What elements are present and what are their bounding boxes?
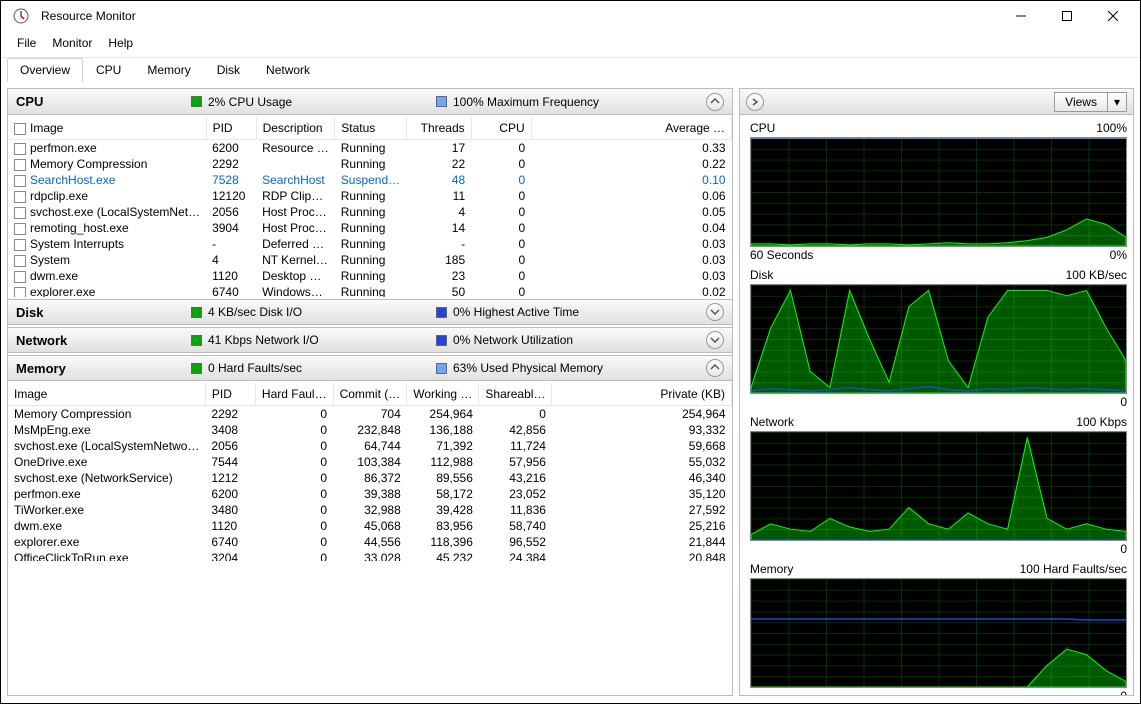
menu-file[interactable]: File — [9, 32, 44, 54]
tab-cpu[interactable]: CPU — [83, 58, 134, 82]
disk-active-color — [436, 307, 447, 318]
app-icon — [13, 8, 29, 24]
table-row[interactable]: explorer.exe6740Windows…Running5000.02 — [8, 284, 732, 297]
disk-io-label: 4 KB/sec Disk I/O — [208, 305, 302, 319]
disk-section-header[interactable]: Disk 4 KB/sec Disk I/O 0% Highest Active… — [8, 299, 732, 325]
disk-io-color — [191, 307, 202, 318]
table-row[interactable]: TiWorker.exe3480032,98839,42811,83627,59… — [8, 502, 732, 518]
table-row[interactable]: remoting_host.exe3904Host Proc…Running14… — [8, 220, 732, 236]
tabbar: Overview CPU Memory Disk Network — [1, 57, 1140, 82]
memory-chart: Memory100 Hard Faults/sec 0 — [750, 562, 1127, 695]
memory-hf-label: 0 Hard Faults/sec — [208, 361, 302, 375]
table-row[interactable]: System Interrupts-Deferred …Running-00.0… — [8, 236, 732, 252]
tab-network[interactable]: Network — [253, 58, 323, 82]
memory-hf-color — [191, 363, 202, 374]
disk-section-title: Disk — [16, 305, 191, 320]
memory-used-label: 63% Used Physical Memory — [453, 361, 603, 375]
cpu-section-header[interactable]: CPU 2% CPU Usage 100% Maximum Frequency — [8, 89, 732, 115]
table-row[interactable]: rdpclip.exe12120RDP Clip…Running1100.06 — [8, 188, 732, 204]
network-section-title: Network — [16, 333, 191, 348]
chart-pane-header: Views ▾ — [740, 89, 1133, 115]
network-io-label: 41 Kbps Network I/O — [208, 333, 319, 347]
row-checkbox[interactable] — [14, 271, 26, 283]
close-button[interactable] — [1090, 1, 1136, 31]
views-dropdown[interactable]: Views ▾ — [1054, 92, 1127, 112]
table-row[interactable]: dwm.exe1120045,06883,95658,74025,216 — [8, 518, 732, 534]
left-pane: CPU 2% CPU Usage 100% Maximum Frequency … — [7, 88, 733, 696]
row-checkbox[interactable] — [14, 207, 26, 219]
row-checkbox[interactable] — [14, 159, 26, 171]
cpu-collapse-button[interactable] — [706, 93, 724, 111]
chevron-down-icon: ▾ — [1107, 93, 1126, 111]
table-row[interactable]: perfmon.exe6200039,38858,17223,05235,120 — [8, 486, 732, 502]
network-expand-button[interactable] — [706, 331, 724, 349]
titlebar: Resource Monitor — [1, 1, 1140, 31]
row-checkbox[interactable] — [14, 287, 26, 297]
cpu-table-scroll[interactable]: Image PID Description Status Threads CPU… — [8, 117, 732, 297]
table-row[interactable]: OneDrive.exe75440103,384112,98857,95655,… — [8, 454, 732, 470]
cpu-freq-color — [436, 96, 447, 107]
select-all-checkbox[interactable] — [14, 123, 26, 135]
disk-expand-button[interactable] — [706, 303, 724, 321]
table-row[interactable]: svchost.exe (LocalSystemNetwo…2056064,74… — [8, 438, 732, 454]
collapse-chart-pane-button[interactable] — [746, 93, 764, 111]
menu-monitor[interactable]: Monitor — [44, 32, 100, 54]
memory-table: Image PID Hard Faul… Commit (… Working …… — [8, 383, 732, 561]
memory-collapse-button[interactable] — [706, 359, 724, 377]
menubar: File Monitor Help — [1, 31, 1140, 55]
row-checkbox[interactable] — [14, 239, 26, 251]
table-row[interactable]: Memory Compression22920704254,9640254,96… — [8, 406, 732, 423]
cpu-chart: CPU100% 60 Seconds0% — [750, 121, 1127, 262]
table-row[interactable]: OfficeClickToRun.exe3204033,02845,23224,… — [8, 550, 732, 561]
disk-active-label: 0% Highest Active Time — [453, 305, 579, 319]
charts-container[interactable]: CPU100% 60 Seconds0% Disk100 KB/sec 0 Ne… — [740, 115, 1133, 695]
table-row[interactable]: svchost.exe (NetworkService)1212086,3728… — [8, 470, 732, 486]
table-row[interactable]: SearchHost.exe7528SearchHostSuspend…4800… — [8, 172, 732, 188]
maximize-button[interactable] — [1044, 1, 1090, 31]
row-checkbox[interactable] — [14, 143, 26, 155]
cpu-section-title: CPU — [16, 94, 191, 109]
row-checkbox[interactable] — [14, 191, 26, 203]
minimize-button[interactable] — [998, 1, 1044, 31]
network-section-header[interactable]: Network 41 Kbps Network I/O 0% Network U… — [8, 327, 732, 353]
right-pane: Views ▾ CPU100% 60 Seconds0% Disk100 KB/… — [739, 88, 1134, 696]
table-row[interactable]: svchost.exe (LocalSystemNet…2056Host Pro… — [8, 204, 732, 220]
table-row[interactable]: dwm.exe1120Desktop …Running2300.03 — [8, 268, 732, 284]
menu-help[interactable]: Help — [100, 32, 141, 54]
row-checkbox[interactable] — [14, 223, 26, 235]
table-row[interactable]: System4NT Kernel…Running18500.03 — [8, 252, 732, 268]
disk-chart: Disk100 KB/sec 0 — [750, 268, 1127, 409]
row-checkbox[interactable] — [14, 255, 26, 267]
network-io-color — [191, 335, 202, 346]
memory-section-header[interactable]: Memory 0 Hard Faults/sec 63% Used Physic… — [8, 355, 732, 381]
memory-section-title: Memory — [16, 361, 191, 376]
cpu-usage-color — [191, 96, 202, 107]
network-chart: Network100 Kbps 0 — [750, 415, 1127, 556]
cpu-table: Image PID Description Status Threads CPU… — [8, 117, 732, 297]
row-checkbox[interactable] — [14, 175, 26, 187]
memory-used-color — [436, 363, 447, 374]
table-row[interactable]: Memory Compression2292Running2200.22 — [8, 156, 732, 172]
tab-memory[interactable]: Memory — [134, 58, 203, 82]
cpu-usage-label: 2% CPU Usage — [208, 95, 292, 109]
memory-table-scroll[interactable]: Image PID Hard Faul… Commit (… Working …… — [8, 383, 732, 561]
tab-disk[interactable]: Disk — [204, 58, 253, 82]
cpu-freq-label: 100% Maximum Frequency — [453, 95, 599, 109]
network-util-label: 0% Network Utilization — [453, 333, 573, 347]
network-util-color — [436, 335, 447, 346]
table-row[interactable]: explorer.exe6740044,556118,39696,55221,8… — [8, 534, 732, 550]
tab-overview[interactable]: Overview — [7, 58, 83, 82]
window-title: Resource Monitor — [37, 9, 998, 23]
table-row[interactable]: MsMpEng.exe34080232,848136,18842,85693,3… — [8, 422, 732, 438]
table-row[interactable]: perfmon.exe6200Resource …Running1700.33 — [8, 140, 732, 157]
